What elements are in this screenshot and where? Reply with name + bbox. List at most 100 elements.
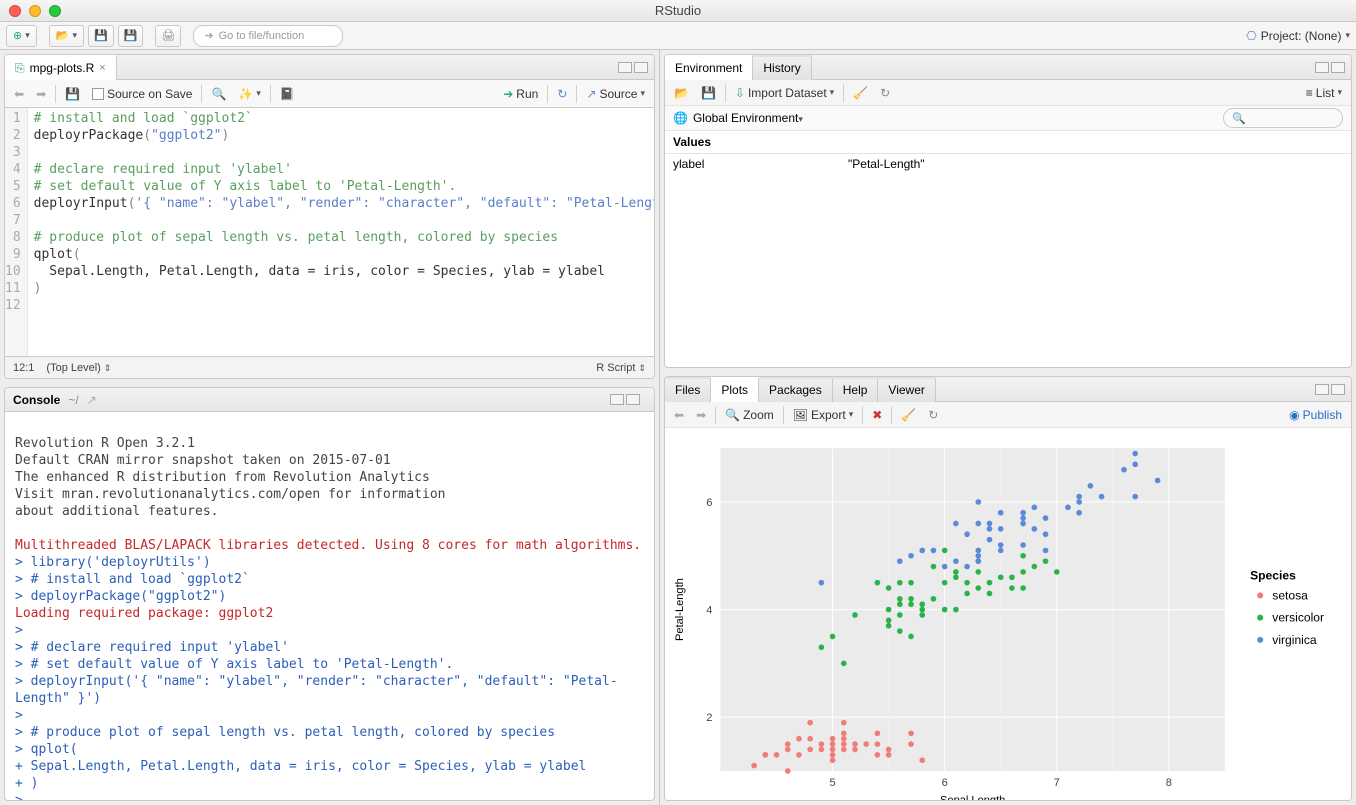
folder-open-icon: 📂 xyxy=(56,29,70,42)
tab-plots[interactable]: Plots xyxy=(711,377,759,402)
remove-plot-button[interactable]: ✖ xyxy=(869,406,885,424)
forward-button[interactable]: ➡ xyxy=(33,85,49,103)
svg-text:2: 2 xyxy=(706,713,712,725)
minimize-pane-icon[interactable] xyxy=(1315,62,1329,73)
code-editor[interactable]: 123456789101112 # install and load `ggpl… xyxy=(5,108,654,356)
save-doc-button[interactable]: 💾 xyxy=(62,85,83,103)
view-mode-button[interactable]: ≡ List▾ xyxy=(1303,84,1345,102)
tab-packages[interactable]: Packages xyxy=(759,377,833,402)
minimize-pane-icon[interactable] xyxy=(1315,384,1329,395)
new-file-button[interactable]: ⊕▾ xyxy=(6,25,37,47)
svg-text:6: 6 xyxy=(942,777,948,789)
list-icon: ≡ xyxy=(1306,86,1313,100)
notebook-icon: 📓 xyxy=(280,87,295,101)
env-variable-row[interactable]: ylabel"Petal-Length" xyxy=(665,154,1351,174)
back-button[interactable]: ⬅ xyxy=(11,85,27,103)
save-icon: 💾 xyxy=(701,86,716,100)
import-icon: ⇩ xyxy=(735,86,745,100)
plots-pane: FilesPlotsPackagesHelpViewer ⬅ ➡ 🔍Zoom 🖼… xyxy=(664,376,1352,801)
run-button[interactable]: ➔Run xyxy=(500,85,541,103)
file-tab[interactable]: ⎘ mpg-plots.R × xyxy=(5,55,117,80)
svg-text:8: 8 xyxy=(1166,777,1172,789)
arrow-left-icon: ⬅ xyxy=(14,87,24,101)
print-button[interactable]: 🖨 xyxy=(155,25,181,47)
svg-text:Sepal.Length: Sepal.Length xyxy=(940,795,1005,801)
console-pane: Console ~/ ↗ Revolution R Open 3.2.1Defa… xyxy=(4,387,655,801)
scope-indicator[interactable]: (Top Level) ⇕ xyxy=(46,362,111,374)
goto-file-function-input[interactable]: ➜Go to file/function xyxy=(193,25,343,47)
folder-open-icon: 📂 xyxy=(674,86,689,100)
arrow-right-icon: ➡ xyxy=(696,408,706,422)
plot-next-button[interactable]: ➡ xyxy=(693,406,709,424)
scope-selector[interactable]: Global Environment▾ xyxy=(693,111,803,125)
svg-text:6: 6 xyxy=(706,497,712,509)
svg-text:Petal-Length: Petal-Length xyxy=(674,579,686,642)
close-tab-icon[interactable]: × xyxy=(99,62,105,74)
console-output[interactable]: Revolution R Open 3.2.1Default CRAN mirr… xyxy=(5,412,654,800)
broom-icon: 🧹 xyxy=(853,86,868,100)
cursor-position: 12:1 xyxy=(13,362,34,374)
scatter-plot: 5678246Sepal.LengthPetal-LengthSpeciesse… xyxy=(665,428,1351,801)
rerun-button[interactable]: ↻ xyxy=(554,85,570,103)
refresh-plots-button[interactable]: ↻ xyxy=(925,406,941,424)
window-title: RStudio xyxy=(0,3,1356,18)
env-section-header: Values xyxy=(665,131,1351,154)
maximize-pane-icon[interactable] xyxy=(634,62,648,73)
broom-icon: 🧹 xyxy=(901,408,916,422)
plus-doc-icon: ⊕ xyxy=(13,29,22,42)
plot-prev-button[interactable]: ⬅ xyxy=(671,406,687,424)
console-title: Console xyxy=(13,393,60,407)
tab-environment[interactable]: Environment xyxy=(665,55,753,80)
import-dataset-button[interactable]: ⇩Import Dataset▾ xyxy=(732,84,837,102)
console-path: ~/ xyxy=(68,393,78,407)
maximize-pane-icon[interactable] xyxy=(1331,62,1345,73)
project-menu[interactable]: ⎔Project: (None)▾ xyxy=(1246,29,1350,43)
arrow-left-icon: ⬅ xyxy=(674,408,684,422)
magic-wand-button[interactable]: ✨▾ xyxy=(235,85,263,103)
r-file-icon: ⎘ xyxy=(15,61,25,76)
refresh-button[interactable]: ↻ xyxy=(877,84,893,102)
rerun-icon: ↻ xyxy=(557,87,567,101)
source-button[interactable]: ↗Source ▾ xyxy=(583,85,648,103)
publish-icon: ◉ xyxy=(1289,408,1299,422)
find-button[interactable]: 🔍 xyxy=(208,85,229,103)
zoom-button[interactable]: 🔍Zoom xyxy=(722,406,777,424)
maximize-pane-icon[interactable] xyxy=(626,394,640,405)
delete-icon: ✖ xyxy=(872,408,882,422)
notebook-button[interactable]: 📓 xyxy=(277,85,298,103)
svg-text:setosa: setosa xyxy=(1272,589,1308,603)
save-all-icon: 💾 xyxy=(124,29,138,42)
console-path-arrow-icon[interactable]: ↗ xyxy=(87,393,97,407)
save-icon: 💾 xyxy=(65,87,80,101)
publish-button[interactable]: ◉ Publish xyxy=(1286,406,1345,424)
source-on-save-checkbox[interactable]: Source on Save xyxy=(89,85,195,103)
chevron-down-icon: ⇕ xyxy=(638,363,646,373)
load-workspace-button[interactable]: 📂 xyxy=(671,84,692,102)
export-button[interactable]: 🖼Export▾ xyxy=(790,406,856,424)
language-indicator[interactable]: R Script ⇕ xyxy=(596,362,646,374)
save-workspace-button[interactable]: 💾 xyxy=(698,84,719,102)
search-icon: 🔍 xyxy=(211,87,226,101)
minimize-pane-icon[interactable] xyxy=(618,62,632,73)
refresh-icon: ↻ xyxy=(928,408,938,422)
tab-history[interactable]: History xyxy=(753,55,811,80)
tab-help[interactable]: Help xyxy=(833,377,879,402)
minimize-pane-icon[interactable] xyxy=(610,394,624,405)
chevron-down-icon: ⇕ xyxy=(104,363,112,373)
zoom-icon: 🔍 xyxy=(725,408,740,422)
clear-plots-button[interactable]: 🧹 xyxy=(898,406,919,424)
env-search-input[interactable]: 🔍 xyxy=(1223,108,1343,128)
tab-viewer[interactable]: Viewer xyxy=(878,377,935,402)
save-button[interactable]: 💾 xyxy=(88,25,114,47)
maximize-pane-icon[interactable] xyxy=(1331,384,1345,395)
svg-text:Species: Species xyxy=(1250,569,1296,583)
save-all-button[interactable]: 💾 xyxy=(118,25,144,47)
clear-workspace-button[interactable]: 🧹 xyxy=(850,84,871,102)
open-file-button[interactable]: 📂▾ xyxy=(49,25,84,47)
source-pane: ⎘ mpg-plots.R × ⬅ ➡ 💾 Source on Save 🔍 ✨… xyxy=(4,54,655,379)
search-icon: 🔍 xyxy=(1232,112,1246,125)
arrow-right-icon: ➡ xyxy=(36,87,46,101)
refresh-icon: ↻ xyxy=(880,86,890,100)
tab-files[interactable]: Files xyxy=(665,377,711,402)
goto-arrow-icon: ➜ xyxy=(204,29,213,42)
